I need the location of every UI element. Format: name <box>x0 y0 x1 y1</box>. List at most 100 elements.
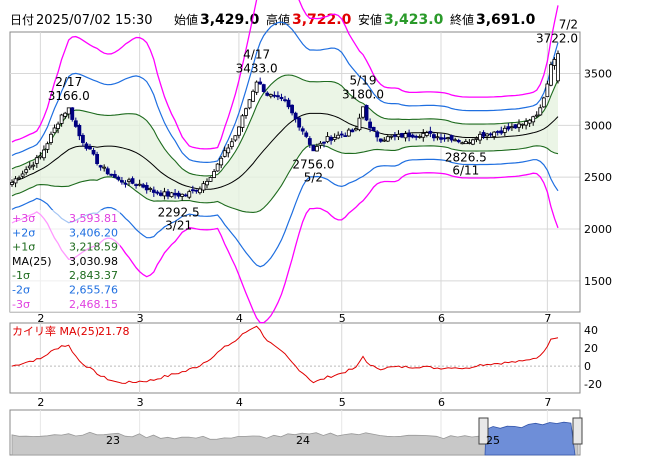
x-tick-label: 7 <box>544 312 551 325</box>
candle-body <box>201 183 206 191</box>
candle-body <box>151 189 156 193</box>
candle-body <box>439 137 443 140</box>
candle-body <box>541 97 546 108</box>
annotation-price: 2292.5 <box>158 206 200 220</box>
candle-body <box>396 133 401 138</box>
candle-body <box>556 53 560 82</box>
candle-body <box>24 169 29 173</box>
candle-body <box>325 136 330 143</box>
candle-body <box>460 142 465 145</box>
legend-value: 3,030.98 <box>69 255 118 268</box>
candle-body <box>190 189 195 192</box>
x-tick-label: 3 <box>137 312 144 325</box>
low-label: 安値 <box>358 12 382 27</box>
candle-body <box>123 182 128 185</box>
annotation-price: 3722.0 <box>536 31 578 45</box>
legend-label: +2σ <box>12 226 35 239</box>
candle-body <box>116 176 121 180</box>
candle-body <box>17 177 21 180</box>
y-tick-label: 3500 <box>584 67 612 80</box>
candle-body <box>456 140 461 143</box>
legend-value: 2,655.76 <box>69 284 118 297</box>
x-tick-label: 7 <box>544 396 551 409</box>
annotation-date: 4/17 <box>243 47 270 61</box>
candle-body <box>304 132 309 137</box>
annotation-date: 2/17 <box>55 75 82 89</box>
annotation-date: 5/2 <box>304 171 323 185</box>
candle-body <box>155 191 160 194</box>
y-axis-ticks: 1500 2000 2500 3000 3500 <box>584 67 612 287</box>
candle-body <box>297 117 302 128</box>
candle-body <box>134 184 138 186</box>
candle-body <box>538 107 543 116</box>
candle-body <box>59 114 64 124</box>
candle-body <box>332 137 337 140</box>
x-tick-label: 5 <box>339 396 346 409</box>
candle-body <box>77 125 82 137</box>
candle-body <box>432 134 436 139</box>
candle-body <box>183 194 188 197</box>
candle-body <box>414 135 419 138</box>
legend-label: -1σ <box>12 269 30 282</box>
candle-body <box>382 139 387 142</box>
close-label: 終値 <box>450 12 474 27</box>
candle-body <box>364 105 369 121</box>
candle-body <box>463 141 468 145</box>
x-tick-label: 5 <box>339 312 346 325</box>
annotation-date: 5/19 <box>350 74 377 88</box>
candle-body <box>307 138 312 145</box>
candle-body <box>212 171 216 178</box>
candle-body <box>329 136 333 141</box>
candle-body <box>91 149 96 155</box>
candle-body <box>102 166 107 169</box>
candle-body <box>244 108 248 116</box>
candle-body <box>300 128 305 132</box>
legend-label: -2σ <box>12 284 30 297</box>
legend-label: +1σ <box>12 241 35 254</box>
annotation-price: 2756.0 <box>292 158 334 172</box>
candle-body <box>502 127 507 133</box>
candle-body <box>194 189 199 192</box>
candle-body <box>219 157 224 166</box>
kairi-value: 21.78 <box>98 325 130 338</box>
annotation-price: 3166.0 <box>48 89 90 103</box>
candle-body <box>95 154 99 164</box>
candle-body <box>315 146 319 152</box>
y-tick-label: 1500 <box>584 275 612 288</box>
legend-label: -3σ <box>12 298 30 311</box>
candle-body <box>247 99 252 109</box>
candle-body <box>52 127 57 134</box>
y-tick-label: 2000 <box>584 223 612 236</box>
candle-body <box>159 192 163 196</box>
legend-value: 3,218.59 <box>69 241 118 254</box>
candle-body <box>506 126 511 130</box>
candle-body <box>368 121 372 129</box>
candle-body <box>478 133 482 141</box>
candle-body <box>510 126 514 129</box>
candle-body <box>88 146 92 150</box>
candle-body <box>31 164 36 167</box>
chart-window: 日付 2025/07/02 15:30 始値 3,429.0 高値 3,722.… <box>0 0 653 470</box>
candle-body <box>268 94 273 97</box>
candle-body <box>410 134 415 138</box>
x-tick-label: 2 <box>37 396 44 409</box>
candle-body <box>176 192 181 197</box>
x-tick-label: 3 <box>137 396 144 409</box>
candle-body <box>215 163 220 172</box>
candle-body <box>49 133 53 143</box>
x-tick-label: 4 <box>236 396 243 409</box>
candle-body <box>34 157 39 164</box>
candle-body <box>84 143 89 149</box>
candle-body <box>229 141 234 147</box>
period-label: 25 <box>486 434 500 447</box>
candle-body <box>66 107 71 115</box>
candle-body <box>467 142 472 144</box>
candle-body <box>56 123 60 129</box>
candle-body <box>272 94 277 97</box>
candle-body <box>137 183 142 186</box>
candle-body <box>428 130 433 134</box>
navigator-handle-right[interactable] <box>572 417 583 445</box>
kairi-y-tick-label: -20 <box>584 378 602 391</box>
candle-body <box>283 99 287 102</box>
candle-body <box>322 141 326 144</box>
